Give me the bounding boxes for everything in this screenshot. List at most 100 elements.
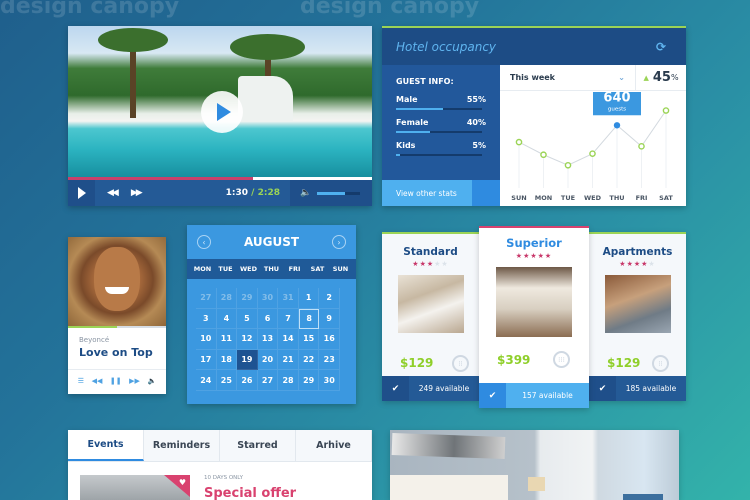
room-card-superior[interactable]: Superior ★★★★★ $399 ⁞⁞⁞ ✔ 157 available: [479, 226, 589, 408]
pause-icon[interactable]: ❚❚: [110, 377, 122, 385]
calendar-day[interactable]: 22: [298, 349, 320, 371]
previous-month-button[interactable]: ‹: [197, 235, 211, 249]
calendar-day[interactable]: 18: [216, 349, 238, 371]
rewind-icon[interactable]: ◀◀: [107, 188, 119, 198]
play-button[interactable]: [68, 180, 95, 206]
chart-point[interactable]: [540, 151, 547, 159]
room-card-standard[interactable]: Standard ★★★★★ $129 ⁞⁞ ✔ 249 available: [382, 232, 479, 401]
weekday-label: THU: [263, 265, 280, 273]
view-other-stats-button[interactable]: View other stats: [382, 180, 472, 206]
calendar-day[interactable]: 28: [278, 370, 299, 391]
calendar-day[interactable]: 1: [298, 288, 320, 309]
weekday-label: WED: [239, 265, 257, 273]
weekday-label: TUE: [218, 265, 233, 273]
offer-title[interactable]: Special offer: [204, 486, 296, 500]
room-options-icon[interactable]: ⁞⁞: [452, 355, 469, 372]
period-select[interactable]: This week ⌄: [500, 65, 636, 91]
room-name: Superior: [506, 236, 562, 250]
offer-badge: 10 DAYS ONLY: [204, 475, 243, 481]
play-icon: [77, 187, 86, 199]
chart-x-tick: SAT: [659, 194, 673, 202]
calendar-day[interactable]: 23: [319, 349, 340, 371]
calendar-day[interactable]: 27: [196, 288, 217, 309]
star-rating: ★★★★★: [382, 260, 479, 268]
room-photo[interactable]: [390, 430, 679, 500]
view-other-stats-button-end[interactable]: [472, 180, 500, 206]
calendar-day[interactable]: 20: [257, 349, 279, 371]
guest-stat-label: Male: [396, 95, 418, 104]
track-progress-bar[interactable]: [68, 326, 166, 328]
chart-point[interactable]: [638, 143, 645, 150]
next-icon[interactable]: ▶▶: [129, 377, 140, 385]
calendar-day[interactable]: 29: [298, 370, 320, 391]
calendar-day[interactable]: 9: [319, 308, 340, 330]
room-image[interactable]: [604, 275, 671, 333]
check-icon[interactable]: ✔: [382, 376, 409, 401]
change-value: 45: [652, 70, 671, 85]
volume-icon[interactable]: 🔈: [147, 377, 156, 385]
calendar-day[interactable]: 13: [257, 329, 279, 350]
chart-point[interactable]: [564, 161, 572, 169]
calendar-day[interactable]: 21: [278, 349, 299, 371]
fast-forward-icon[interactable]: ▶▶: [131, 188, 143, 198]
chart-point[interactable]: [613, 122, 621, 129]
calendar-day[interactable]: 17: [196, 349, 217, 371]
arrow-up-icon: ▲: [643, 73, 649, 82]
calendar-day[interactable]: 15: [298, 329, 320, 350]
check-icon[interactable]: ✔: [479, 383, 506, 408]
calendar-day[interactable]: 3: [196, 308, 217, 330]
calendar-day[interactable]: 27: [257, 370, 279, 391]
chart-x-tick: THU: [609, 194, 624, 202]
room-options-icon[interactable]: ⁞⁞⁞: [553, 351, 570, 368]
calendar-day[interactable]: 31: [278, 288, 299, 309]
star-icon: ★: [544, 252, 553, 260]
tab-starred[interactable]: Starred: [220, 430, 296, 461]
calendar-day[interactable]: 26: [237, 370, 258, 391]
chart-point[interactable]: [515, 138, 523, 146]
refresh-icon[interactable]: ⟳: [656, 40, 666, 54]
previous-icon[interactable]: ◀◀: [92, 377, 103, 385]
artist-name: Beyoncé: [79, 336, 110, 344]
calendar-day-selected[interactable]: 19: [237, 349, 258, 371]
current-time: 1:30: [225, 188, 249, 198]
room-image[interactable]: [397, 275, 464, 333]
calendar-day-today[interactable]: 8: [298, 308, 320, 330]
calendar-day[interactable]: 6: [257, 308, 279, 330]
chart-point[interactable]: [589, 150, 596, 157]
video-thumbnail[interactable]: [68, 26, 372, 177]
calendar-day[interactable]: 25: [216, 370, 238, 391]
calendar-day[interactable]: 24: [196, 370, 217, 391]
room-options-icon[interactable]: ⁞⁞: [652, 355, 669, 372]
volume-icon[interactable]: 🔈: [300, 188, 311, 198]
volume-slider[interactable]: [317, 191, 361, 195]
calendar-day[interactable]: 5: [237, 308, 258, 330]
calendar-day[interactable]: 12: [237, 329, 258, 350]
next-month-button[interactable]: ›: [332, 235, 346, 249]
calendar-day[interactable]: 14: [278, 329, 299, 350]
calendar-day[interactable]: 4: [216, 308, 238, 330]
room-availability: ✔ 157 available: [479, 383, 589, 408]
calendar-day[interactable]: 30: [319, 370, 340, 391]
calendar-day[interactable]: 11: [216, 329, 238, 350]
occupancy-line-chart: SUN MON TUE WED THU FRI SAT 640guests: [511, 92, 673, 202]
guest-stat-value: 5%: [472, 141, 486, 150]
playlist-icon[interactable]: ☰: [78, 377, 84, 385]
calendar-day[interactable]: 28: [216, 288, 238, 309]
play-overlay-button[interactable]: [201, 91, 243, 133]
room-card-apartments[interactable]: Apartments ★★★★★ $129 ⁞⁞ ✔ 185 available: [589, 232, 686, 401]
tab-events[interactable]: Events: [68, 430, 144, 461]
room-image[interactable]: [496, 267, 572, 337]
guest-stat-bar: [396, 154, 482, 156]
star-icon: ★: [619, 260, 627, 268]
check-icon[interactable]: ✔: [589, 376, 616, 401]
calendar-day[interactable]: 30: [257, 288, 279, 309]
calendar-day[interactable]: 10: [196, 329, 217, 350]
guest-stat-bar: [396, 131, 482, 133]
chart-point[interactable]: [662, 107, 670, 114]
tab-arhive[interactable]: Arhive: [296, 430, 372, 461]
calendar-day[interactable]: 2: [319, 288, 340, 309]
calendar-day[interactable]: 16: [319, 329, 340, 350]
calendar-day[interactable]: 7: [278, 308, 299, 330]
tab-reminders[interactable]: Reminders: [144, 430, 220, 461]
calendar-day[interactable]: 29: [237, 288, 258, 309]
